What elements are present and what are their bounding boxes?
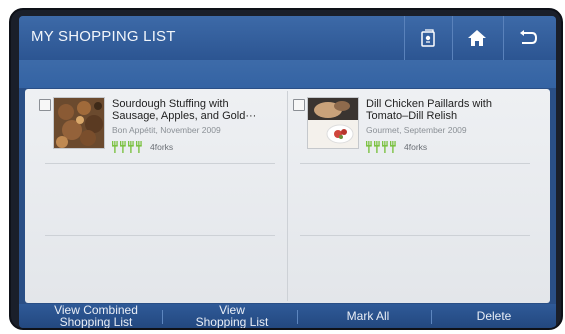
recipe-card-icon bbox=[420, 29, 435, 47]
mark-all-label: Mark All bbox=[346, 309, 390, 323]
recipe-thumbnail bbox=[307, 97, 359, 149]
rating: 4forks bbox=[112, 141, 173, 153]
recipe-thumbnail bbox=[53, 97, 105, 149]
button-label-line2: Shopping List bbox=[195, 315, 269, 328]
home-button[interactable] bbox=[452, 16, 500, 60]
forks-rating-icon bbox=[112, 141, 142, 153]
sub-header-bar bbox=[19, 60, 556, 88]
row-divider bbox=[45, 163, 275, 164]
recipe-source: Gourmet, September 2009 bbox=[366, 125, 467, 135]
back-button[interactable] bbox=[503, 16, 551, 60]
view-combined-shopping-list-button[interactable]: View Combined Shopping List bbox=[41, 304, 151, 328]
rating-label: 4forks bbox=[150, 142, 174, 152]
stuffing-photo bbox=[54, 98, 104, 148]
row-divider bbox=[300, 163, 530, 164]
recipe-checkbox[interactable] bbox=[39, 99, 51, 111]
header-bar: MY SHOPPING LIST bbox=[19, 16, 556, 61]
recipe-item[interactable]: Sourdough Stuffing with Sausage, Apples,… bbox=[39, 97, 279, 157]
recipe-item[interactable]: Dill Chicken Paillards with Tomato–Dill … bbox=[293, 97, 543, 157]
recipe-title: Dill Chicken Paillards with Tomato–Dill … bbox=[366, 98, 492, 122]
recipe-title: Sourdough Stuffing with Sausage, Apples,… bbox=[112, 98, 257, 122]
toolbar-separator bbox=[297, 310, 298, 324]
rating-label: 4forks bbox=[404, 142, 428, 152]
recipe-source: Bon Appétit, November 2009 bbox=[112, 125, 221, 135]
delete-label: Delete bbox=[476, 309, 512, 323]
mark-all-button[interactable]: Mark All bbox=[313, 304, 423, 328]
recipe-checkbox[interactable] bbox=[293, 99, 305, 111]
toolbar-separator bbox=[162, 310, 163, 324]
delete-button[interactable]: Delete bbox=[439, 304, 549, 328]
bottom-toolbar: View Combined Shopping List View Shoppin… bbox=[19, 304, 556, 328]
row-divider bbox=[45, 235, 275, 236]
back-icon bbox=[519, 30, 537, 44]
rating: 4forks bbox=[366, 141, 427, 153]
home-icon bbox=[467, 30, 486, 46]
column-divider bbox=[287, 91, 288, 301]
view-shopping-list-button[interactable]: View Shopping List bbox=[177, 304, 287, 328]
device-frame: MY SHOPPING LIST Sourdough Stuffing with… bbox=[9, 8, 563, 330]
recipe-list-panel: Sourdough Stuffing with Sausage, Apples,… bbox=[25, 89, 550, 303]
row-divider bbox=[300, 235, 530, 236]
recipe-card-button[interactable] bbox=[404, 16, 452, 60]
button-label-line2: Shopping List bbox=[59, 315, 133, 328]
chicken-photo bbox=[308, 98, 358, 148]
page-title: MY SHOPPING LIST bbox=[31, 28, 176, 45]
toolbar-separator bbox=[431, 310, 432, 324]
forks-rating-icon bbox=[366, 141, 396, 153]
screen: MY SHOPPING LIST Sourdough Stuffing with… bbox=[19, 16, 556, 328]
